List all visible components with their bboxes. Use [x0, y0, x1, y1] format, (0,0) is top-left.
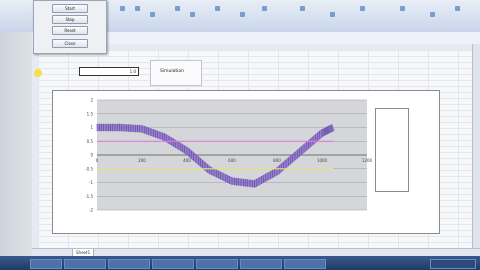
close-button[interactable]: Close: [52, 39, 88, 48]
reset-button[interactable]: Reset: [52, 26, 88, 35]
x-tick-label: 800: [273, 158, 281, 163]
y-tick-label: 2: [90, 98, 93, 103]
excel-window: 1.0 Simulation 2 1.5 1 0.5 0 -0.5 -1 -1.5 -2 0 200…: [0, 0, 480, 270]
x-tick-label: 1200: [362, 158, 373, 163]
x-tick-label: 0: [96, 158, 99, 163]
y-tick-label: 0.5: [87, 139, 94, 144]
x-tick-label: 400: [183, 158, 191, 163]
taskbar: [0, 256, 480, 270]
taskbar-item[interactable]: [152, 259, 194, 269]
series-line: [97, 124, 335, 188]
taskbar-item[interactable]: [284, 259, 326, 269]
y-tick-label: 1: [90, 125, 93, 130]
system-tray: [430, 259, 476, 269]
x-tick-label: 1000: [317, 158, 328, 163]
y-tick-label: 0: [90, 153, 93, 158]
x-tick-label: 200: [138, 158, 146, 163]
taskbar-item[interactable]: [30, 259, 62, 269]
x-tick-label: 600: [228, 158, 236, 163]
y-tick-label: -0.5: [85, 166, 93, 171]
taskbar-item[interactable]: [240, 259, 282, 269]
y-tick-label: -1.5: [85, 194, 93, 199]
taskbar-item[interactable]: [108, 259, 150, 269]
stop-button[interactable]: Stop: [52, 15, 88, 24]
y-tick-label: -2: [89, 208, 93, 213]
y-tick-label: -1: [89, 180, 93, 185]
taskbar-item[interactable]: [196, 259, 238, 269]
taskbar-item[interactable]: [64, 259, 106, 269]
start-button[interactable]: Start: [52, 4, 88, 13]
y-tick-label: 1.5: [87, 111, 94, 116]
macro-dialog: Start Stop Reset Close: [33, 0, 107, 54]
chart-legend: [375, 108, 409, 192]
